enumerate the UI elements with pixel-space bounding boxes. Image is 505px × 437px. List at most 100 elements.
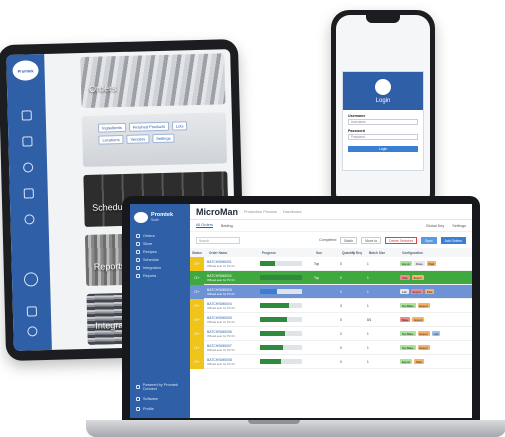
config-tag[interactable]: Not Bake [400, 303, 416, 308]
config-tag[interactable]: Export [411, 275, 424, 280]
config-tag[interactable]: Export [400, 359, 413, 364]
clipboard-icon[interactable] [21, 110, 32, 121]
table-row[interactable]: O+ BATCHSIM0002 Offload auto for PU 01 Top 0… [190, 270, 472, 285]
status-cell[interactable]: O+ [190, 270, 204, 285]
column-header[interactable]: % Req [352, 251, 366, 255]
menu-card-orders[interactable]: Orders [80, 53, 226, 109]
order-name-cell[interactable]: BATCHSIM0008 Offload auto for PU 01 [204, 358, 260, 366]
network-icon[interactable] [24, 214, 35, 225]
progress-bar [260, 275, 302, 280]
sync-button[interactable]: Sync [421, 236, 437, 244]
config-tag[interactable]: Ship [400, 275, 410, 280]
config-tag[interactable]: Export [417, 345, 430, 350]
config-tag[interactable]: Lab [400, 289, 409, 294]
batch-size-cell: 1 [367, 289, 369, 294]
order-name-cell[interactable]: BATCHSIM0002 Offload auto for PU 01 [204, 274, 260, 282]
order-name-cell[interactable]: BATCHSIM0005 Offload auto for PU 01 [204, 316, 260, 324]
batch-button[interactable]: Batch [340, 236, 358, 244]
config-tag[interactable]: Export [410, 289, 423, 294]
status-cell[interactable]: O+ [190, 340, 204, 355]
promtek-logo[interactable]: Promtek [12, 60, 39, 81]
config-tag[interactable]: Export [417, 331, 430, 336]
add-orders-button[interactable]: Add Orders [440, 236, 466, 244]
order-name-cell[interactable]: BATCHSIM0007 Offload auto for PU 01 [204, 344, 260, 352]
sidebar-item-orders[interactable]: Orders [130, 232, 190, 240]
order-name-cell[interactable]: BATCHSIM0004 Offload auto for PU 01 [204, 302, 260, 310]
order-subtitle: Offload auto for PU 01 [207, 361, 235, 366]
login-button[interactable]: Login [348, 146, 418, 152]
order-name-cell[interactable]: BATCHSIM0006 Offload auto for PU 01 [204, 330, 260, 338]
order-name-cell[interactable]: BATCHSIM0001 Offload auto for PU 01 [204, 260, 260, 268]
calendar-icon[interactable] [23, 188, 34, 199]
status-cell[interactable]: O+ [190, 312, 204, 327]
sun-cell: Top [314, 261, 320, 266]
table-row[interactable]: O+ BATCHSIM0004 Offload auto for PU 01 3 1 No… [190, 298, 472, 313]
column-header[interactable]: Batch Size [366, 251, 402, 255]
search-input[interactable]: Search [196, 236, 240, 244]
config-tag[interactable]: Export [400, 261, 413, 266]
table-row[interactable]: O+ BATCHSIM0003 Offload auto for PU 01 0 1 La… [190, 284, 472, 299]
login-title: Login [375, 97, 391, 104]
column-header[interactable]: Sun [312, 251, 342, 255]
status-cell[interactable]: O+ [190, 284, 204, 299]
sidebar-item-integration[interactable]: Integration [130, 264, 190, 272]
sidebar-item-profile[interactable]: Profile [130, 404, 190, 414]
settings-icon[interactable] [27, 326, 38, 337]
config-tag[interactable]: Not Bake [400, 331, 416, 336]
config-tag[interactable]: Paid [426, 261, 437, 266]
promtek-badge-icon[interactable] [23, 272, 39, 287]
table-row[interactable]: O+ BATCHSIM0001 Offload auto for PU 01 Top 0… [190, 256, 472, 271]
config-tag[interactable]: Bake [400, 317, 411, 322]
sidebar-item-reports[interactable]: Reports [130, 272, 190, 280]
column-header[interactable]: Status [192, 251, 206, 255]
status-cell[interactable]: O+ [190, 298, 204, 313]
sidebar-item-schedule[interactable]: Schedule [130, 256, 190, 264]
filter-label[interactable]: Completed [319, 238, 336, 242]
column-header[interactable]: Quantity [342, 251, 355, 255]
sidebar-item-software[interactable]: Software [130, 394, 190, 404]
status-cell[interactable]: O+ [190, 256, 204, 271]
settings-link[interactable]: Settings [452, 224, 466, 228]
promtek-logo [375, 78, 391, 95]
list-icon[interactable] [22, 136, 33, 147]
menu-card-products[interactable]: Ingredients Finished Products Lots Locat… [81, 112, 228, 168]
chip-vendors[interactable]: Vendors [126, 134, 150, 145]
global-key-link[interactable]: Global Key [426, 224, 445, 228]
column-header[interactable]: Configuration [402, 251, 472, 255]
chip-ingredients[interactable]: Ingredients [97, 123, 127, 133]
config-tag[interactable]: Export [417, 303, 430, 308]
username-field[interactable]: Username [348, 119, 418, 125]
column-header[interactable]: Progress [262, 251, 312, 255]
table-row[interactable]: O+ BATCHSIM0007 Offload auto for PU 01 0 1 No… [190, 340, 472, 355]
config-tag[interactable]: Export [412, 317, 425, 322]
brand[interactable]: Promtek Suite [130, 208, 190, 226]
move-to-button[interactable]: Move to [361, 236, 382, 244]
config-tag[interactable]: Paid [414, 359, 424, 364]
delete-selected-button[interactable]: Delete Selected [385, 236, 418, 244]
chip-settings[interactable]: Settings [152, 133, 175, 144]
chip-locations[interactable]: Locations [98, 135, 124, 145]
chip-finished-products[interactable]: Finished Products [128, 121, 170, 132]
order-name-cell[interactable]: BATCHSIM0003 Offload auto for PU 01 [204, 288, 260, 296]
layers-icon[interactable] [22, 162, 34, 173]
config-tag[interactable]: Paid [424, 289, 435, 294]
table-row[interactable]: O+ BATCHSIM0006 Offload auto for PU 01 2 1 No… [190, 326, 472, 341]
status-cell[interactable]: O+ [190, 354, 204, 369]
config-tag[interactable]: Not Bake [400, 345, 416, 350]
sidebar-item-store[interactable]: Store [130, 240, 190, 248]
password-field[interactable]: Password [348, 134, 418, 140]
status-cell[interactable]: O+ [190, 326, 204, 341]
column-header[interactable]: Order Name [206, 251, 262, 255]
chip-lots[interactable]: Lots [171, 121, 188, 131]
tab-all-orders[interactable]: All Orders [196, 223, 213, 228]
sidebar-item-recipes[interactable]: Recipes [130, 248, 190, 256]
logout-icon[interactable] [26, 306, 38, 317]
table-row[interactable]: O+ BATCHSIM0008 Offload auto for PU 01 0 1 Ex… [190, 354, 472, 369]
powered-by: Powered by Promtek Connect [130, 380, 190, 394]
config-tag[interactable]: Rose [414, 261, 425, 266]
tab-batting[interactable]: Batting [221, 224, 233, 228]
breadcrumb-item[interactable]: Production Process [244, 210, 277, 214]
breadcrumb-item[interactable]: Dashboard [283, 210, 302, 214]
table-row[interactable]: O+ BATCHSIM0005 Offload auto for PU 01 0 8/1… [190, 312, 472, 327]
config-tag[interactable]: Lab [431, 331, 441, 336]
